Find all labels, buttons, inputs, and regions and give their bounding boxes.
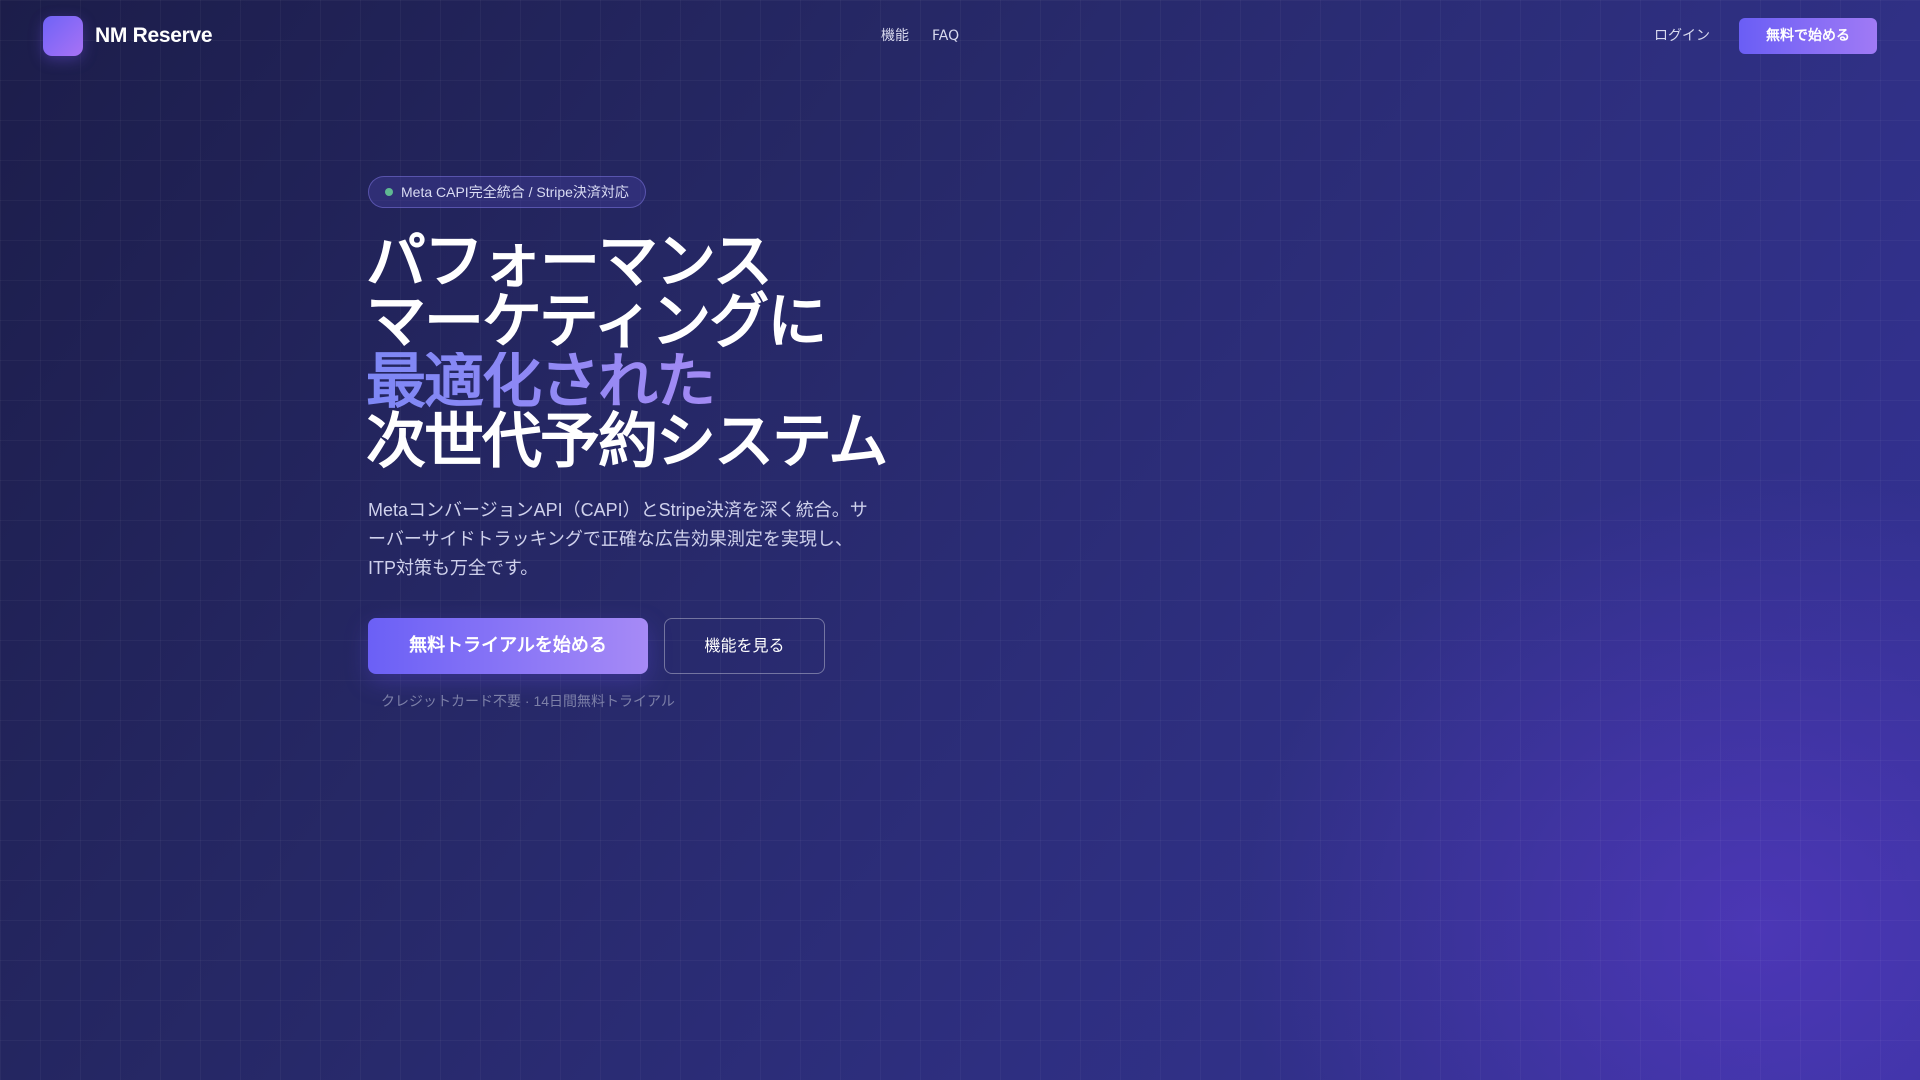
nav-link-faq[interactable]: FAQ bbox=[932, 26, 959, 46]
hero-headline: パフォーマンス マーケティングに 最適化された 次世代予約システム bbox=[366, 227, 888, 477]
headline-line-1: パフォーマンス bbox=[366, 227, 773, 297]
background-grid bbox=[0, 0, 1920, 1080]
top-navbar: NM Reserve 機能 FAQ ログイン 無料で始める bbox=[0, 0, 1920, 72]
feature-badge: Meta CAPI完全統合 / Stripe決済対応 bbox=[368, 176, 646, 208]
login-link[interactable]: ログイン bbox=[1654, 26, 1710, 46]
headline-line-4: 次世代予約システム bbox=[366, 407, 888, 477]
main-nav: 機能 FAQ bbox=[881, 26, 959, 46]
status-dot-icon bbox=[385, 188, 393, 196]
header-start-free-button[interactable]: 無料で始める bbox=[1739, 18, 1877, 54]
view-features-button[interactable]: 機能を見る bbox=[664, 618, 825, 674]
brand-home-link[interactable]: NM Reserve bbox=[43, 16, 213, 56]
brand-logo-icon bbox=[43, 16, 83, 56]
start-trial-button[interactable]: 無料トライアルを始める bbox=[368, 618, 648, 674]
headline-line-accent: 最適化された bbox=[366, 352, 886, 412]
brand-name: NM Reserve bbox=[95, 24, 213, 47]
trial-note: クレジットカード不要 · 14日間無料トライアル bbox=[381, 693, 675, 709]
headline-line-2: マーケティングに bbox=[366, 287, 827, 357]
nav-link-features[interactable]: 機能 bbox=[881, 26, 909, 46]
hero-description: MetaコンバージョンAPI（CAPI）とStripe決済を深く統合。サーバーサ… bbox=[368, 500, 868, 578]
badge-text: Meta CAPI完全統合 / Stripe決済対応 bbox=[401, 184, 629, 200]
